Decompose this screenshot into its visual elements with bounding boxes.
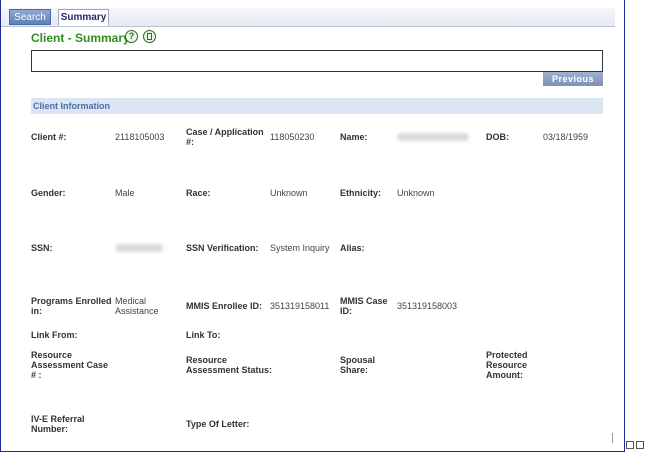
protected-resource-amount-label-line3: Amount: — [486, 370, 523, 380]
programs-enrolled-label-line1: Programs Enrolled — [31, 296, 112, 306]
alias-label: Alias: — [340, 243, 365, 253]
mmis-case-id-value: 351319158003 — [397, 301, 458, 311]
ive-referral-number-label: IV-E Referral Number: — [31, 414, 85, 434]
ive-referral-number-label-line2: Number: — [31, 424, 69, 434]
help-icon[interactable]: ? — [125, 30, 138, 43]
case-application-value: 118050230 — [270, 132, 315, 142]
spousal-share-label-line2: Share: — [340, 365, 369, 375]
ssn-value-redacted — [115, 244, 163, 252]
name-value-redacted — [397, 133, 469, 141]
resource-assessment-status-label-line1: Resource — [186, 355, 228, 365]
status-divider — [612, 433, 613, 443]
gender-value: Male — [115, 188, 135, 198]
resource-assessment-case-label: Resource Assessment Case # : — [31, 350, 108, 380]
ssn-verification-value: System Inquiry — [270, 243, 330, 253]
type-of-letter-label: Type Of Letter: — [186, 419, 250, 429]
status-box-icon — [626, 441, 634, 449]
race-label: Race: — [186, 188, 211, 198]
mmis-enrollee-id-label: MMIS Enrollee ID: — [186, 301, 263, 311]
link-to-label: Link To: — [186, 330, 221, 340]
dob-label: DOB: — [486, 132, 509, 142]
resource-assessment-status-label: Resource Assessment Status: — [186, 355, 272, 375]
section-header-client-information: Client Information — [31, 98, 603, 114]
client-number-value: 2118105003 — [115, 132, 165, 142]
resource-assessment-case-label-line1: Resource — [31, 350, 73, 360]
case-application-label-line2: #: — [186, 137, 195, 147]
link-from-label: Link From: — [31, 330, 78, 340]
case-application-label: Case / Application #: — [186, 127, 264, 147]
mmis-case-id-label-line2: ID: — [340, 306, 352, 316]
ive-referral-number-label-line1: IV-E Referral — [31, 414, 85, 424]
spousal-share-label: Spousal Share: — [340, 355, 375, 375]
tab-bar: Search Summary — [1, 8, 615, 27]
mmis-case-id-label-line1: MMIS Case — [340, 296, 388, 306]
previous-button[interactable]: Previous — [543, 72, 603, 86]
tab-summary[interactable]: Summary — [58, 9, 109, 26]
programs-enrolled-value: Medical Assistance — [115, 296, 159, 316]
resource-assessment-case-label-line3: # : — [31, 370, 42, 380]
summary-window: Search Summary Client - Summary ? Previo… — [0, 0, 625, 452]
mmis-enrollee-id-value: 351319158011 — [270, 301, 330, 311]
status-box-icon — [636, 441, 644, 449]
gender-label: Gender: — [31, 188, 66, 198]
page-title: Client - Summary — [31, 31, 130, 45]
ethnicity-label: Ethnicity: — [340, 188, 382, 198]
race-value: Unknown — [270, 188, 308, 198]
ethnicity-value: Unknown — [397, 188, 435, 198]
ssn-label: SSN: — [31, 243, 53, 253]
dob-value: 03/18/1959 — [543, 132, 589, 142]
ssn-verification-label: SSN Verification: — [186, 243, 259, 253]
document-icon[interactable] — [143, 30, 156, 43]
resource-assessment-status-label-line2: Assessment Status: — [186, 365, 273, 375]
client-number-label: Client #: — [31, 132, 67, 142]
protected-resource-amount-label-line1: Protected — [486, 350, 528, 360]
programs-enrolled-value-line1: Medical — [115, 296, 147, 306]
programs-enrolled-label: Programs Enrolled in: — [31, 296, 112, 316]
programs-enrolled-label-line2: in: — [31, 306, 42, 316]
message-box — [31, 50, 603, 72]
resource-assessment-case-label-line2: Assessment Case — [31, 360, 109, 370]
spousal-share-label-line1: Spousal — [340, 355, 376, 365]
case-application-label-line1: Case / Application — [186, 127, 264, 137]
name-label: Name: — [340, 132, 368, 142]
protected-resource-amount-label: Protected Resource Amount: — [486, 350, 528, 380]
programs-enrolled-value-line2: Assistance — [115, 306, 159, 316]
protected-resource-amount-label-line2: Resource — [486, 360, 528, 370]
tab-search[interactable]: Search — [9, 9, 51, 25]
mmis-case-id-label: MMIS Case ID: — [340, 296, 388, 316]
